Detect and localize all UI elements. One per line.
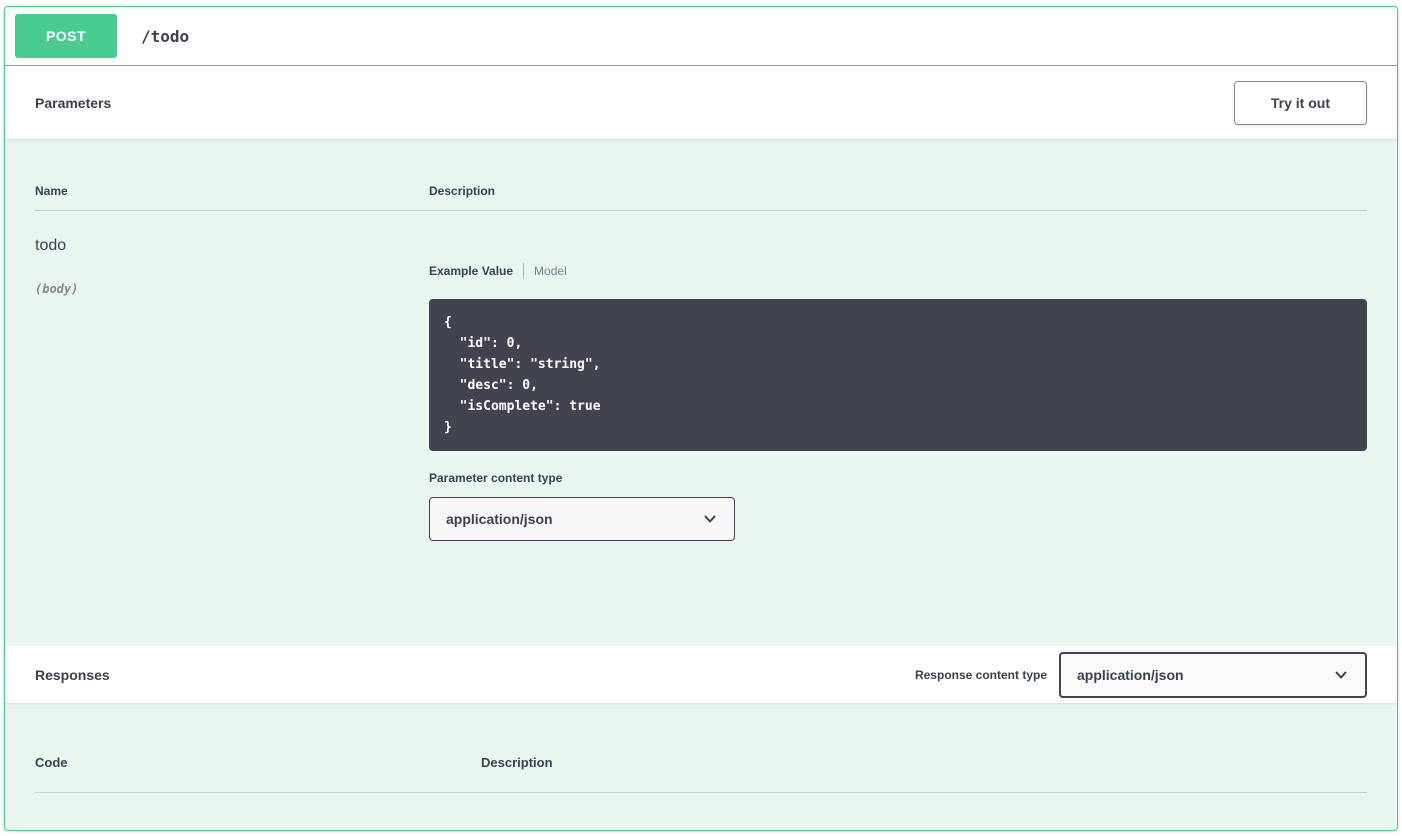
tab-example-value[interactable]: Example Value: [429, 261, 513, 281]
parameters-table: Name Description todo (body) Example Val…: [5, 139, 1397, 646]
tab-divider: [523, 263, 524, 279]
response-content-type-select[interactable]: application/json: [1059, 652, 1367, 698]
parameter-row: todo (body) Example Value Model { "id": …: [35, 211, 1367, 646]
try-it-out-button[interactable]: Try it out: [1234, 81, 1367, 125]
parameters-table-header: Name Description: [35, 184, 1367, 211]
endpoint-path: /todo: [141, 27, 189, 46]
column-header-code: Code: [35, 755, 481, 792]
column-header-description: Description: [429, 184, 1367, 210]
responses-table: Code Description: [5, 703, 1397, 830]
model-example-tabs: Example Value Model: [429, 261, 1367, 281]
responses-section-header: Responses Response content type applicat…: [5, 646, 1397, 703]
response-content-type-value: application/json: [1077, 667, 1184, 683]
column-header-name: Name: [35, 184, 429, 210]
parameter-content-type-select[interactable]: application/json: [429, 497, 735, 541]
chevron-down-icon: [702, 511, 718, 527]
parameters-title: Parameters: [35, 95, 111, 111]
parameter-name: todo: [35, 211, 429, 255]
responses-title: Responses: [35, 667, 110, 683]
endpoint-summary[interactable]: POST /todo: [5, 7, 1397, 66]
response-content-type-label: Response content type: [915, 668, 1047, 682]
tab-model[interactable]: Model: [534, 261, 567, 281]
parameters-section-header: Parameters Try it out: [5, 66, 1397, 139]
example-value-code-block: { "id": 0, "title": "string", "desc": 0,…: [429, 299, 1367, 451]
parameter-content-type-label: Parameter content type: [429, 471, 1367, 485]
operation-block: POST /todo Parameters Try it out Name De…: [4, 6, 1398, 831]
response-content-type-group: Response content type application/json: [915, 652, 1367, 698]
responses-table-header: Code Description: [35, 755, 1367, 793]
http-method-badge: POST: [15, 14, 117, 58]
chevron-down-icon: [1333, 667, 1349, 683]
column-header-response-description: Description: [481, 755, 1367, 792]
parameter-content-type-value: application/json: [446, 511, 553, 527]
parameter-location: (body): [35, 282, 429, 296]
